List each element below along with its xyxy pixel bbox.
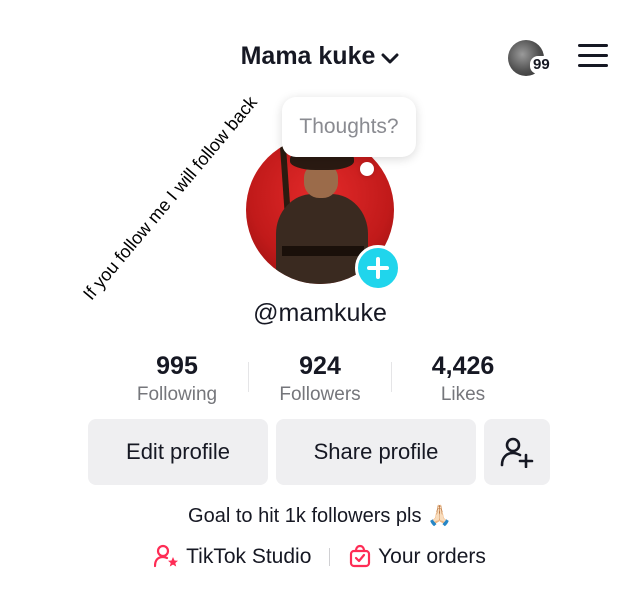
menu-icon[interactable] <box>578 44 608 70</box>
links-divider <box>329 548 331 567</box>
notifications-button[interactable]: 99 <box>508 40 553 76</box>
stat-followers[interactable]: 924 Followers <box>249 350 391 408</box>
your-orders-label: Your orders <box>378 545 486 569</box>
tiktok-studio-link[interactable]: TikTok Studio <box>154 542 311 572</box>
likes-label: Likes <box>440 384 486 405</box>
likes-count: 4,426 <box>431 352 495 380</box>
tiktok-studio-label: TikTok Studio <box>186 545 312 569</box>
followers-count: 924 <box>299 352 341 380</box>
profile-links: TikTok Studio Your orders <box>0 542 640 572</box>
stat-following[interactable]: 995 Following <box>106 350 248 408</box>
top-header: Mama kuke 99 <box>0 38 640 78</box>
edit-profile-button[interactable]: Edit profile <box>88 419 268 485</box>
add-friends-button[interactable] <box>484 419 550 485</box>
following-count: 995 <box>156 352 198 380</box>
thoughts-bubble[interactable]: Thoughts? <box>282 97 416 157</box>
notification-count-badge: 99 <box>530 56 553 74</box>
following-label: Following <box>136 384 218 405</box>
profile-handle: @mamkuke <box>253 299 387 327</box>
plus-icon <box>367 257 389 279</box>
stats-row: 995 Following 924 Followers 4,426 Likes <box>106 350 534 410</box>
add-avatar-button[interactable] <box>355 245 401 291</box>
stat-likes[interactable]: 4,426 Likes <box>392 350 534 408</box>
your-orders-link[interactable]: Your orders <box>348 542 486 572</box>
username-title[interactable]: Mama kuke <box>241 42 376 70</box>
chevron-down-icon[interactable] <box>381 39 399 75</box>
add-user-icon <box>500 437 534 468</box>
profile-bio: Goal to hit 1k followers pls 🙏🏻 <box>188 505 452 527</box>
share-profile-button[interactable]: Share profile <box>276 419 476 485</box>
studio-icon <box>154 544 179 568</box>
bubble-tail <box>360 162 374 176</box>
overlay-text: If you follow me I will follow back <box>79 92 261 304</box>
followers-label: Followers <box>279 384 361 405</box>
shopping-bag-icon <box>349 544 371 568</box>
